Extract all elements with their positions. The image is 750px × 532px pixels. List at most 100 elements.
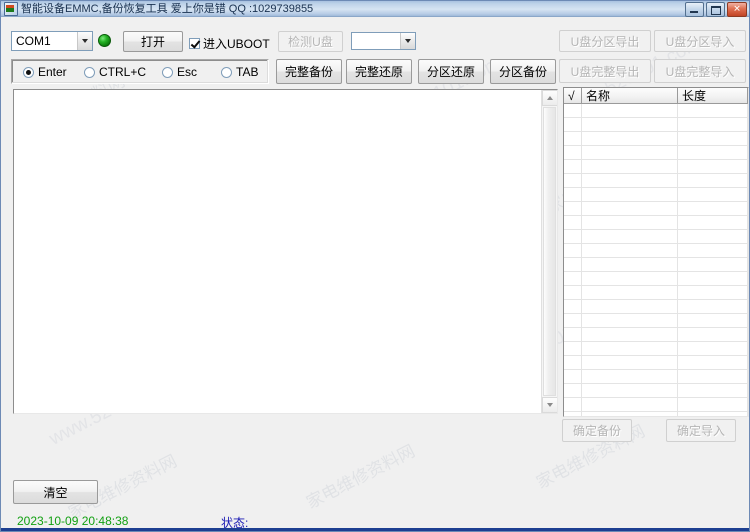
udisk-select[interactable] [351,32,416,50]
table-row[interactable] [564,328,748,342]
detect-udisk-button[interactable]: 检测U盘 [278,31,343,52]
grid-column-size[interactable]: 长度 [678,88,748,103]
table-cell-size[interactable] [678,146,748,159]
table-cell-name[interactable] [582,398,678,411]
table-cell-size[interactable] [678,132,748,145]
table-cell-name[interactable] [582,356,678,369]
port-select[interactable]: COM1 [11,31,93,51]
maximize-button[interactable] [706,2,725,17]
table-row[interactable] [564,398,748,412]
table-cell-check[interactable] [564,132,582,145]
table-cell-check[interactable] [564,160,582,173]
table-row[interactable] [564,132,748,146]
grid-column-name[interactable]: 名称 [582,88,678,103]
table-cell-name[interactable] [582,370,678,383]
udisk-partition-import-button[interactable]: U盘分区导入 [654,30,746,52]
console-text[interactable] [14,90,540,413]
table-cell-check[interactable] [564,118,582,131]
table-row[interactable] [564,286,748,300]
table-row[interactable] [564,202,748,216]
table-cell-size[interactable] [678,244,748,257]
table-cell-check[interactable] [564,202,582,215]
table-cell-check[interactable] [564,216,582,229]
confirm-import-button[interactable]: 确定导入 [666,419,736,442]
table-cell-check[interactable] [564,356,582,369]
table-cell-name[interactable] [582,272,678,285]
table-cell-name[interactable] [582,300,678,313]
table-cell-name[interactable] [582,146,678,159]
udisk-full-export-button[interactable]: U盘完整导出 [559,59,651,83]
key-mode-ctrlc[interactable]: CTRL+C [84,65,146,79]
table-row[interactable] [564,104,748,118]
scroll-up-icon[interactable] [542,90,558,106]
table-row[interactable] [564,188,748,202]
table-cell-check[interactable] [564,384,582,397]
table-cell-name[interactable] [582,244,678,257]
partition-grid[interactable]: √ 名称 长度 [563,87,749,417]
clear-button[interactable]: 清空 [13,480,98,504]
table-row[interactable] [564,384,748,398]
table-cell-name[interactable] [582,104,678,117]
table-cell-size[interactable] [678,384,748,397]
table-row[interactable] [564,174,748,188]
table-cell-check[interactable] [564,272,582,285]
table-cell-check[interactable] [564,230,582,243]
table-cell-name[interactable] [582,202,678,215]
table-cell-name[interactable] [582,258,678,271]
table-cell-size[interactable] [678,356,748,369]
table-cell-size[interactable] [678,118,748,131]
table-row[interactable] [564,230,748,244]
table-cell-size[interactable] [678,188,748,201]
table-cell-check[interactable] [564,286,582,299]
table-cell-name[interactable] [582,118,678,131]
table-cell-name[interactable] [582,412,678,417]
table-cell-size[interactable] [678,286,748,299]
table-cell-check[interactable] [564,314,582,327]
table-cell-size[interactable] [678,412,748,417]
table-cell-size[interactable] [678,202,748,215]
table-cell-name[interactable] [582,174,678,187]
udisk-partition-export-button[interactable]: U盘分区导出 [559,30,651,52]
scroll-down-icon[interactable] [542,397,558,413]
table-cell-check[interactable] [564,300,582,313]
table-cell-size[interactable] [678,342,748,355]
table-cell-check[interactable] [564,146,582,159]
table-row[interactable] [564,216,748,230]
table-row[interactable] [564,300,748,314]
table-cell-size[interactable] [678,174,748,187]
grid-column-check[interactable]: √ [564,88,582,103]
partition-restore-button[interactable]: 分区还原 [418,59,484,84]
table-row[interactable] [564,244,748,258]
table-row[interactable] [564,160,748,174]
table-cell-size[interactable] [678,272,748,285]
grid-rows[interactable] [564,104,748,417]
table-cell-check[interactable] [564,174,582,187]
key-mode-tab[interactable]: TAB [221,65,258,79]
table-row[interactable] [564,146,748,160]
table-row[interactable] [564,342,748,356]
table-cell-name[interactable] [582,216,678,229]
table-cell-name[interactable] [582,286,678,299]
table-cell-size[interactable] [678,104,748,117]
table-row[interactable] [564,118,748,132]
confirm-backup-button[interactable]: 确定备份 [562,419,632,442]
table-row[interactable] [564,370,748,384]
table-cell-check[interactable] [564,104,582,117]
key-mode-enter[interactable]: Enter [23,65,67,79]
udisk-full-import-button[interactable]: U盘完整导入 [654,59,746,83]
table-cell-check[interactable] [564,412,582,417]
titlebar[interactable]: 智能设备EMMC,备份恢复工具 爱上你是错 QQ :1029739855 ✕ [1,1,749,17]
table-cell-name[interactable] [582,132,678,145]
table-cell-size[interactable] [678,160,748,173]
minimize-button[interactable] [685,2,704,17]
table-cell-check[interactable] [564,188,582,201]
table-cell-name[interactable] [582,188,678,201]
table-cell-check[interactable] [564,342,582,355]
full-backup-button[interactable]: 完整备份 [276,59,342,84]
partition-backup-button[interactable]: 分区备份 [490,59,556,84]
open-port-button[interactable]: 打开 [123,31,183,52]
key-mode-esc[interactable]: Esc [162,65,197,79]
table-row[interactable] [564,272,748,286]
table-cell-check[interactable] [564,398,582,411]
console-output[interactable] [13,89,558,414]
